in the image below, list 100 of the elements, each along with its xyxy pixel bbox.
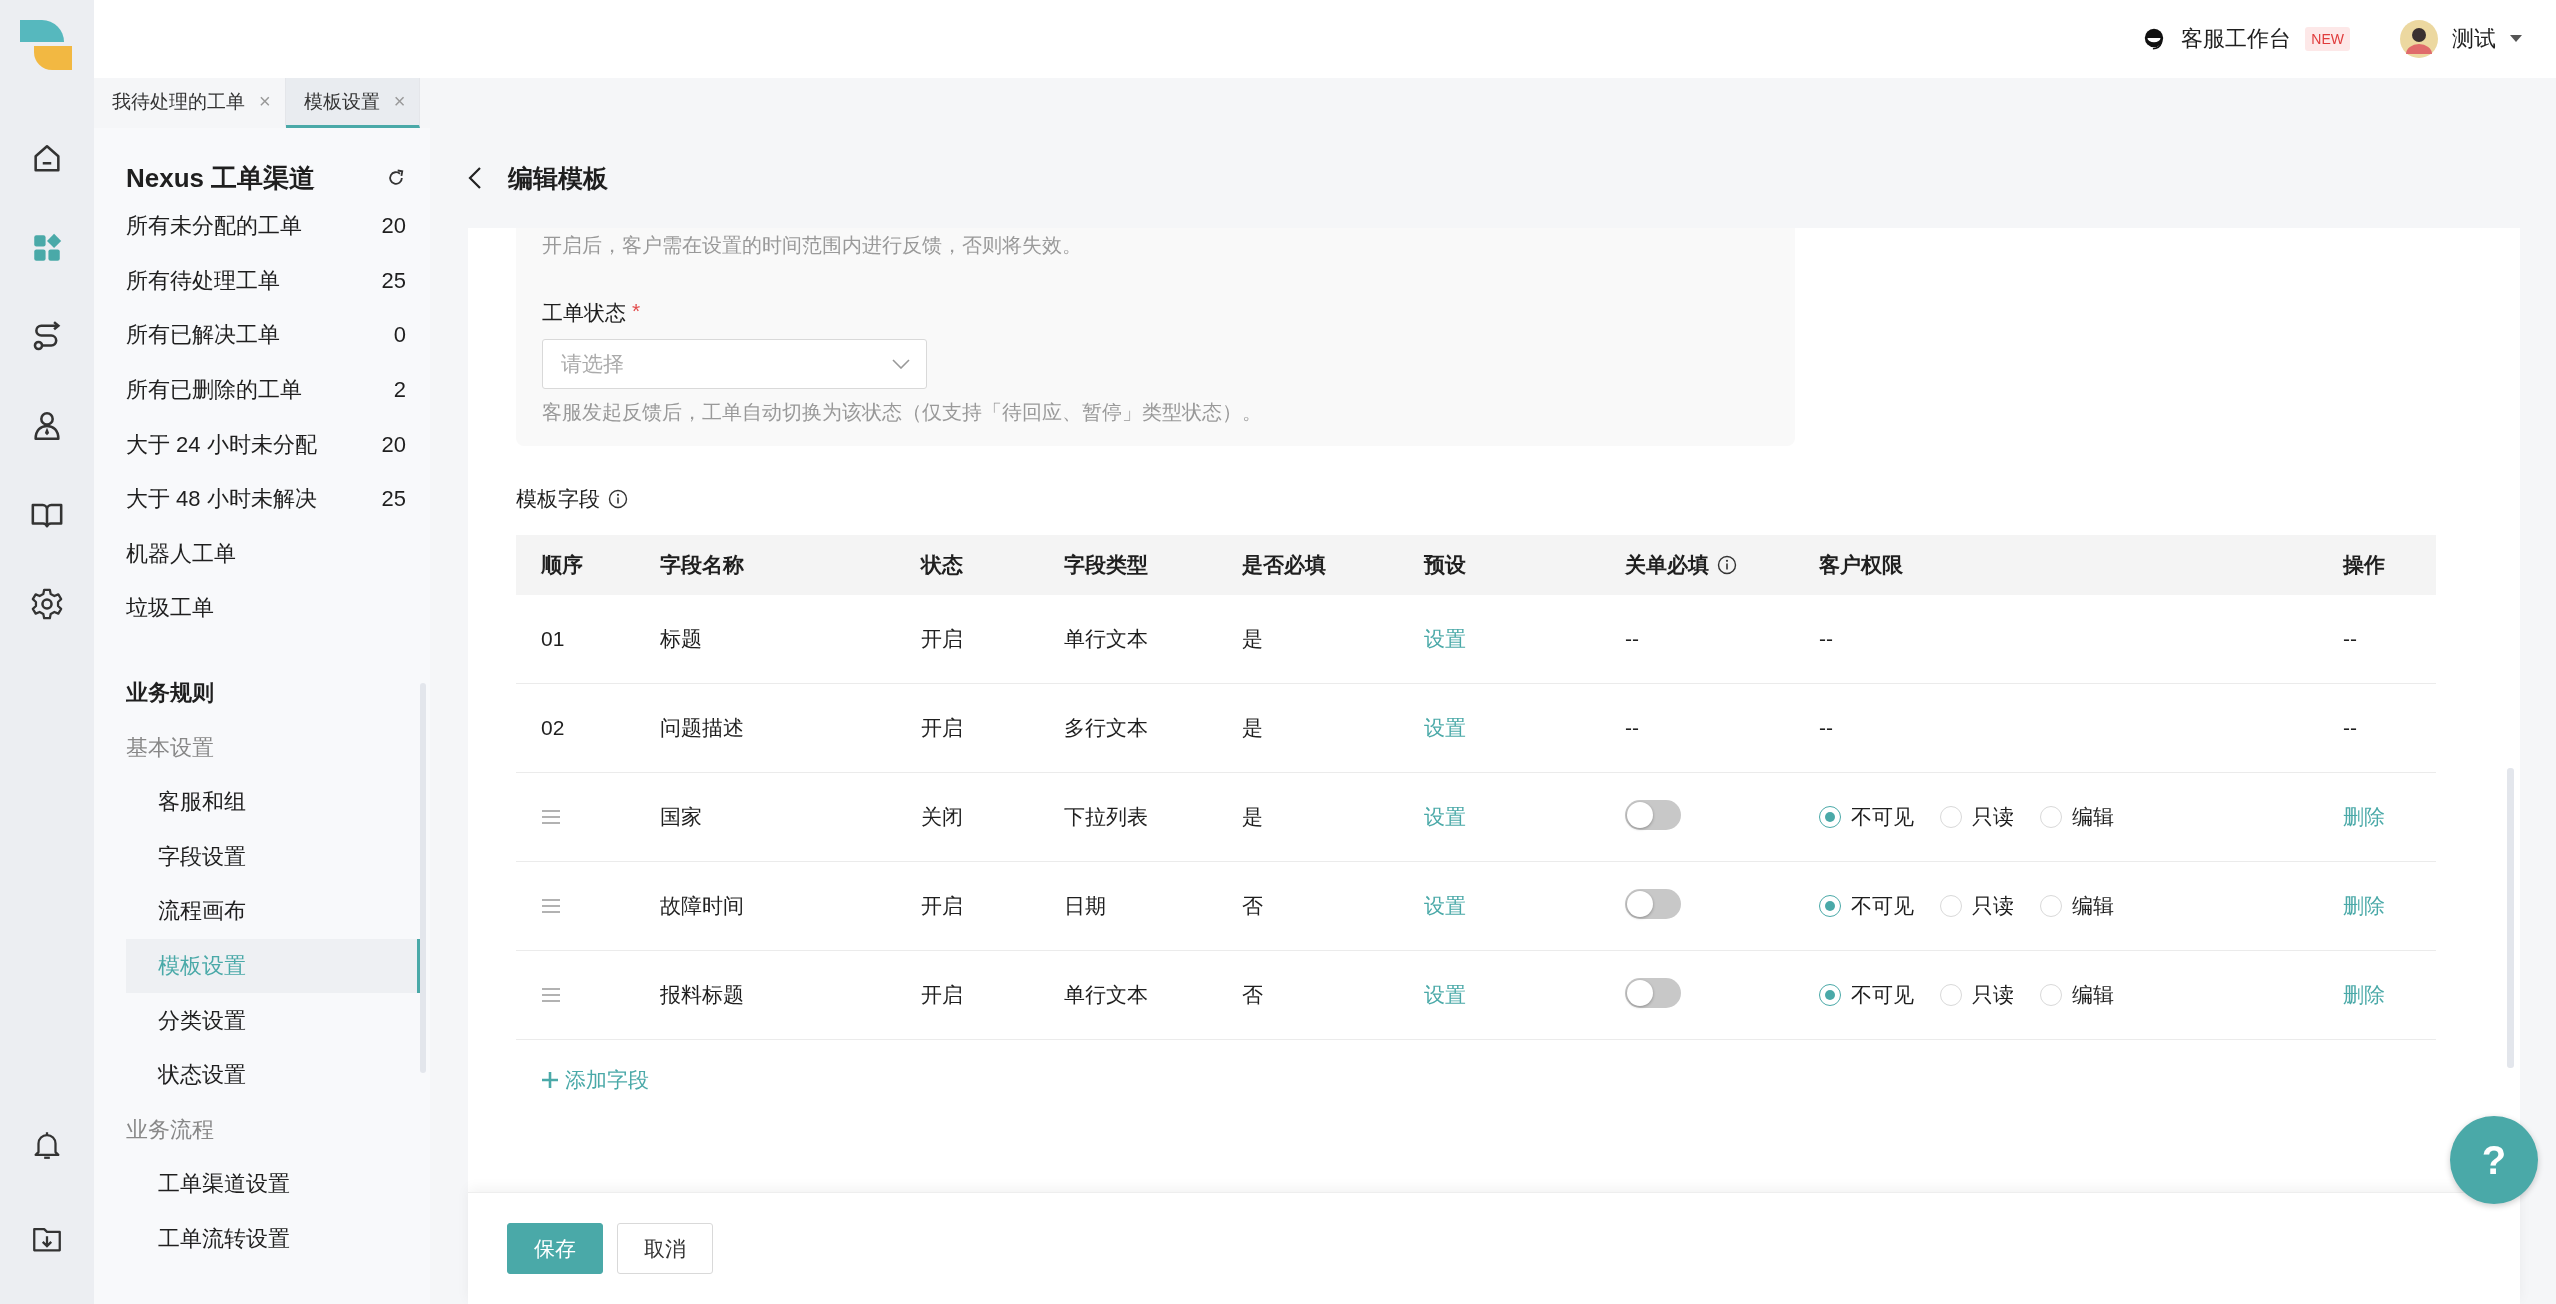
column-header: 客户权限 (1819, 552, 1903, 578)
table-cell: -- (2343, 716, 2357, 739)
order-number: 01 (541, 627, 565, 650)
table-cell: 开启 (921, 627, 963, 650)
radio-label[interactable]: 编辑 (2072, 981, 2114, 1009)
channel-title: Nexus 工单渠道 (126, 161, 316, 195)
view-item[interactable]: 机器人工单 (126, 538, 236, 569)
view-item[interactable]: 所有待处理工单 (126, 265, 280, 296)
table-cell: 开启 (921, 716, 963, 739)
plus-icon[interactable] (541, 1071, 559, 1089)
radio-label[interactable]: 不可见 (1851, 981, 1914, 1009)
table-cell: 否 (1242, 983, 1263, 1006)
order-number: 02 (541, 716, 565, 739)
view-count: 0 (393, 322, 406, 349)
refresh-icon[interactable] (386, 168, 406, 188)
table-cell: 国家 (660, 805, 702, 828)
column-header: 预设 (1424, 552, 1466, 578)
table-cell: 日期 (1064, 894, 1106, 917)
table-cell: 问题描述 (660, 716, 744, 739)
column-header: 顺序 (541, 552, 583, 578)
radio-label[interactable]: 不可见 (1851, 892, 1914, 920)
toggle-switch[interactable] (1625, 977, 1681, 1008)
info-icon[interactable] (1717, 555, 1737, 575)
nav-item[interactable]: 工单流转设置 (126, 1211, 420, 1267)
view-item[interactable]: 大于 24 小时未分配 (126, 429, 317, 460)
scrollbar[interactable] (420, 683, 426, 1073)
group-title: 业务流程 (126, 1115, 215, 1144)
drag-handle-icon[interactable] (541, 898, 561, 914)
nav-item[interactable]: 分类设置 (126, 993, 420, 1048)
table-cell: 开启 (921, 983, 963, 1006)
required-mark: * (632, 299, 641, 324)
hint-text: 客服发起反馈后，工单自动切换为该状态（仅支持「待回应、暂停」类型状态）。 (542, 400, 1263, 425)
radio-label[interactable]: 编辑 (2072, 892, 2114, 920)
view-item[interactable]: 垃圾工单 (126, 593, 214, 624)
table-cell: 是 (1242, 627, 1263, 650)
nav-item[interactable]: 字段设置 (126, 829, 420, 885)
table-cell: 是 (1242, 716, 1263, 739)
avatar-icon[interactable] (2400, 20, 2438, 58)
caret-icon[interactable] (2510, 35, 2522, 43)
scrollbar[interactable] (2507, 768, 2514, 1068)
radio-label[interactable]: 只读 (1972, 803, 2014, 831)
column-header: 操作 (2343, 552, 2385, 578)
view-count: 25 (381, 486, 406, 513)
table-cell: 单行文本 (1064, 983, 1148, 1006)
toggle-switch[interactable] (1625, 799, 1681, 830)
field-label: 工单状态 (542, 300, 626, 326)
table-cell: -- (2343, 627, 2357, 650)
page-title: 编辑模板 (508, 162, 608, 194)
nav-item[interactable]: 工单渠道设置 (126, 1157, 420, 1212)
toggle-switch[interactable] (1625, 888, 1681, 919)
section-title: 业务规则 (126, 679, 215, 708)
user-name[interactable]: 测试 (2452, 24, 2496, 54)
view-item[interactable]: 所有未分配的工单 (126, 211, 302, 242)
column-header: 字段类型 (1064, 552, 1148, 578)
section-title: 模板字段 (516, 486, 600, 512)
info-icon[interactable] (608, 489, 628, 509)
column-header: 状态 (921, 552, 963, 578)
table-cell: 标题 (660, 627, 702, 650)
view-count: 2 (393, 377, 406, 404)
table-cell: -- (1819, 716, 1833, 739)
drag-handle-icon[interactable] (541, 987, 561, 1003)
table-cell: 关闭 (921, 805, 963, 828)
view-count: 20 (381, 213, 406, 240)
table-cell: 多行文本 (1064, 716, 1148, 739)
table-cell: 故障时间 (660, 894, 744, 917)
radio-label[interactable]: 不可见 (1851, 803, 1914, 831)
drag-handle-icon[interactable] (541, 809, 561, 825)
nav-item[interactable]: 状态设置 (126, 1047, 420, 1103)
logo-icon (20, 20, 74, 72)
radio-label[interactable]: 只读 (1972, 892, 2014, 920)
cancel-button[interactable]: 取消 (617, 1223, 713, 1274)
table-cell: -- (1625, 627, 1639, 650)
new-badge: NEW (2305, 27, 2350, 51)
table-cell: 下拉列表 (1064, 805, 1148, 828)
chevron-down-icon (892, 359, 910, 369)
view-item[interactable]: 所有已解决工单 (126, 320, 280, 351)
table-cell: 报料标题 (660, 983, 744, 1006)
column-header: 是否必填 (1242, 552, 1326, 578)
workbench-link[interactable]: 客服工作台 (2181, 24, 2292, 54)
table-cell: 开启 (921, 894, 963, 917)
view-count: 20 (381, 431, 406, 458)
table-cell: -- (1625, 716, 1639, 739)
column-header: 关单必填 (1625, 552, 1709, 578)
group-title: 基本设置 (126, 733, 215, 762)
hint-text: 开启后，客户需在设置的时间范围内进行反馈，否则将失效。 (542, 233, 1083, 258)
table-cell: 是 (1242, 805, 1263, 828)
column-header: 字段名称 (660, 552, 744, 578)
radio-label[interactable]: 只读 (1972, 981, 2014, 1009)
nav-item[interactable]: 流程画布 (126, 884, 420, 939)
tab[interactable]: 模板设置 × (285, 78, 421, 128)
table-cell: 单行文本 (1064, 627, 1148, 650)
back-icon[interactable] (468, 166, 482, 190)
view-item[interactable]: 所有已删除的工单 (126, 375, 302, 406)
view-item[interactable]: 大于 48 小时未解决 (126, 484, 317, 515)
table-cell: 否 (1242, 894, 1263, 917)
view-count: 25 (381, 267, 406, 294)
radio-label[interactable]: 编辑 (2072, 803, 2114, 831)
settings-icon[interactable] (30, 587, 64, 621)
nav-item[interactable]: 客服和组 (126, 774, 420, 830)
table-cell: -- (1819, 627, 1833, 650)
